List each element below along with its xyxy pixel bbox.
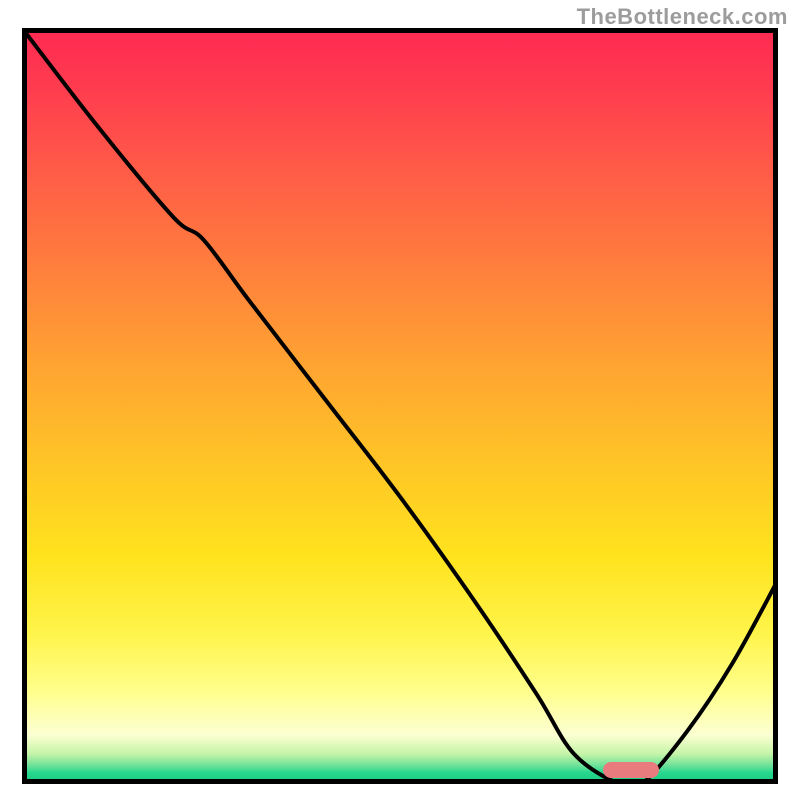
heat-gradient xyxy=(22,28,778,784)
watermark-text: TheBottleneck.com xyxy=(577,4,788,30)
chart-container: TheBottleneck.com xyxy=(0,0,800,800)
plot-area xyxy=(22,28,778,784)
optimum-marker xyxy=(603,762,659,778)
